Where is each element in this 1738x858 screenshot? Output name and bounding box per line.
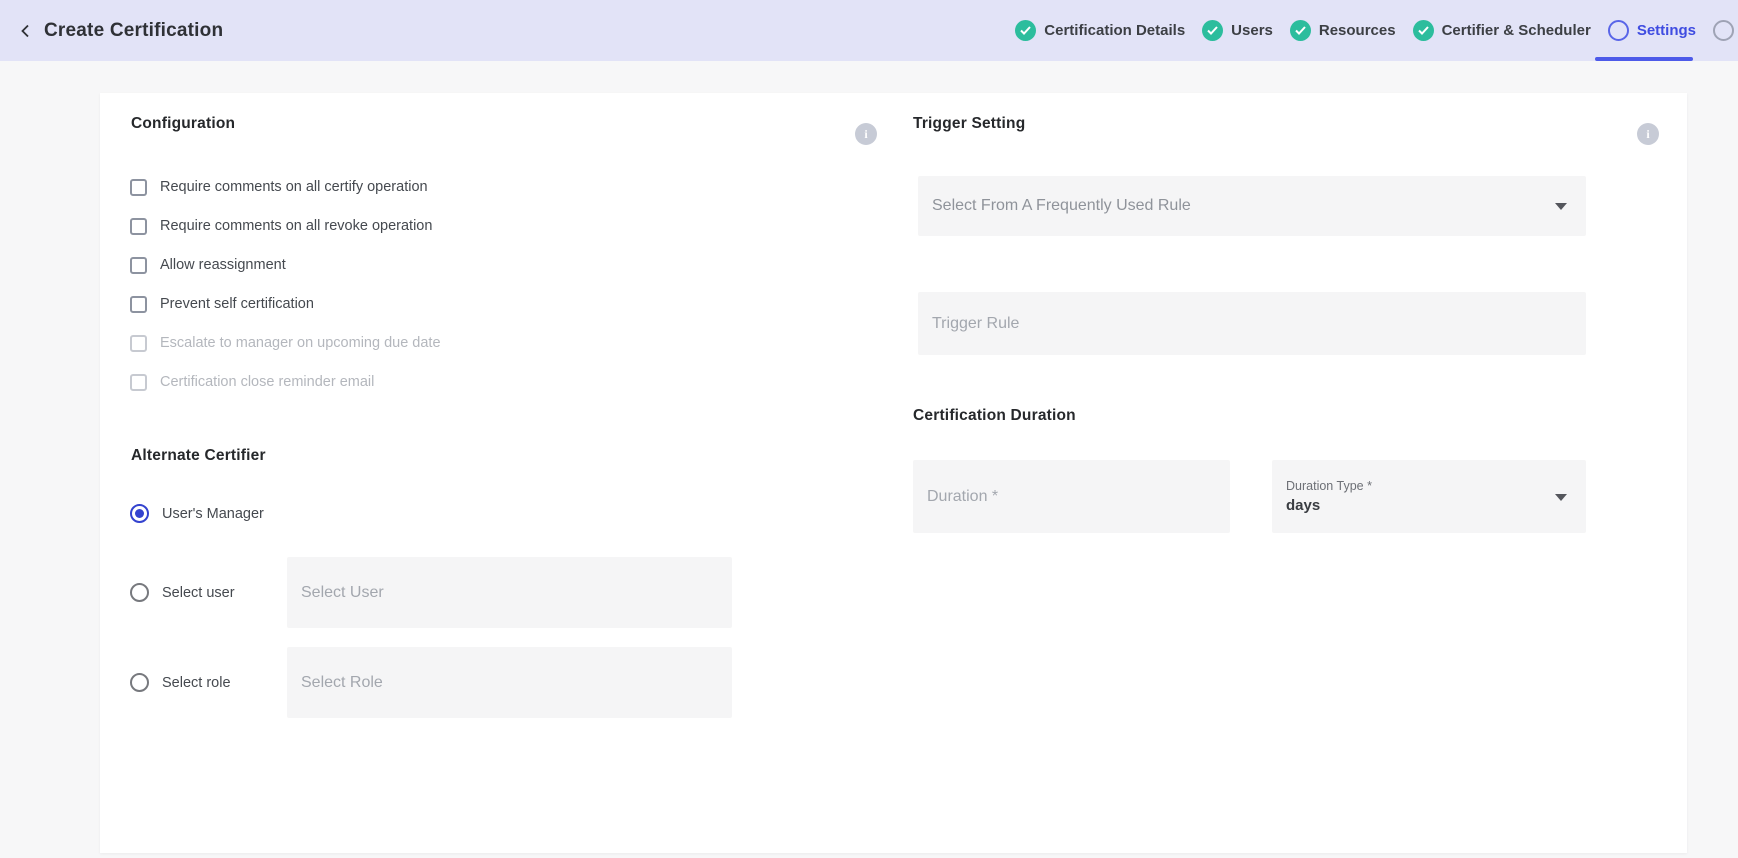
info-icon[interactable]: i (855, 123, 877, 145)
step-label: Resources (1319, 22, 1396, 39)
checkbox-allow-reassignment[interactable]: Allow reassignment (130, 256, 441, 274)
radio-select-user[interactable]: Select user (130, 583, 287, 602)
step-next[interactable] (1713, 20, 1734, 41)
checkbox-icon (130, 179, 147, 196)
checkbox-require-comments-certify[interactable]: Require comments on all certify operatio… (130, 178, 441, 196)
chevron-down-icon (1555, 203, 1567, 210)
duration-type-label: Duration Type * (1272, 479, 1372, 493)
radio-selected-icon (130, 504, 149, 523)
chevron-left-icon (18, 23, 34, 39)
header-bar: Create Certification Certification Detai… (0, 0, 1738, 61)
check-circle-icon (1202, 20, 1223, 41)
radio-label: Select user (162, 585, 235, 601)
check-circle-icon (1413, 20, 1434, 41)
checkbox-escalate-to-manager: Escalate to manager on upcoming due date (130, 334, 441, 352)
frequently-used-rule-select[interactable]: Select From A Frequently Used Rule (918, 176, 1586, 236)
radio-icon (130, 583, 149, 602)
checkbox-label: Require comments on all revoke operation (160, 218, 432, 234)
radio-row-select-role: Select role (130, 647, 732, 718)
checkbox-label: Require comments on all certify operatio… (160, 179, 428, 195)
radio-row-select-user: Select user (130, 557, 732, 628)
certification-duration-title: Certification Duration (913, 407, 1076, 425)
step-label: Certifier & Scheduler (1442, 22, 1591, 39)
radio-users-manager[interactable]: User's Manager (130, 504, 287, 523)
select-placeholder: Select From A Frequently Used Rule (918, 197, 1191, 215)
active-step-underline (1595, 57, 1693, 61)
checkbox-icon (130, 374, 147, 391)
configuration-title: Configuration (131, 115, 235, 133)
step-users[interactable]: Users (1202, 20, 1273, 41)
checkbox-prevent-self-certification[interactable]: Prevent self certification (130, 295, 441, 313)
check-circle-icon (1015, 20, 1036, 41)
step-certification-details[interactable]: Certification Details (1015, 20, 1185, 41)
radio-icon (130, 673, 149, 692)
checkbox-icon (130, 335, 147, 352)
checkbox-close-reminder-email: Certification close reminder email (130, 373, 441, 391)
radio-select-role[interactable]: Select role (130, 673, 287, 692)
step-circle-icon (1608, 20, 1629, 41)
duration-type-value: days (1272, 497, 1320, 514)
checkbox-require-comments-revoke[interactable]: Require comments on all revoke operation (130, 217, 441, 235)
radio-label: Select role (162, 675, 231, 691)
trigger-rule-input[interactable] (918, 292, 1586, 355)
step-label: Users (1231, 22, 1273, 39)
step-settings[interactable]: Settings (1608, 20, 1696, 41)
step-circle-icon (1713, 20, 1734, 41)
duration-type-select[interactable]: Duration Type * days (1272, 460, 1586, 533)
wizard-stepper: Certification Details Users Resources Ce… (1015, 0, 1734, 61)
duration-input[interactable] (913, 460, 1230, 533)
check-circle-icon (1290, 20, 1311, 41)
chevron-down-icon (1555, 494, 1567, 501)
radio-row-users-manager: User's Manager (130, 504, 287, 523)
select-role-input[interactable] (287, 647, 732, 718)
checkbox-label: Certification close reminder email (160, 374, 374, 390)
step-label: Settings (1637, 22, 1696, 39)
select-user-input[interactable] (287, 557, 732, 628)
radio-label: User's Manager (162, 506, 264, 522)
settings-panel: Configuration i Require comments on all … (100, 93, 1687, 853)
checkbox-label: Prevent self certification (160, 296, 314, 312)
step-resources[interactable]: Resources (1290, 20, 1396, 41)
checkbox-icon (130, 218, 147, 235)
trigger-setting-title: Trigger Setting (913, 115, 1025, 133)
alternate-certifier-title: Alternate Certifier (131, 447, 266, 465)
configuration-checkbox-list: Require comments on all certify operatio… (130, 178, 441, 412)
info-icon[interactable]: i (1637, 123, 1659, 145)
checkbox-label: Allow reassignment (160, 257, 286, 273)
step-certifier-scheduler[interactable]: Certifier & Scheduler (1413, 20, 1591, 41)
back-button[interactable] (18, 23, 34, 39)
checkbox-label: Escalate to manager on upcoming due date (160, 335, 441, 351)
step-label: Certification Details (1044, 22, 1185, 39)
checkbox-icon (130, 257, 147, 274)
checkbox-icon (130, 296, 147, 313)
page-title: Create Certification (44, 20, 223, 42)
